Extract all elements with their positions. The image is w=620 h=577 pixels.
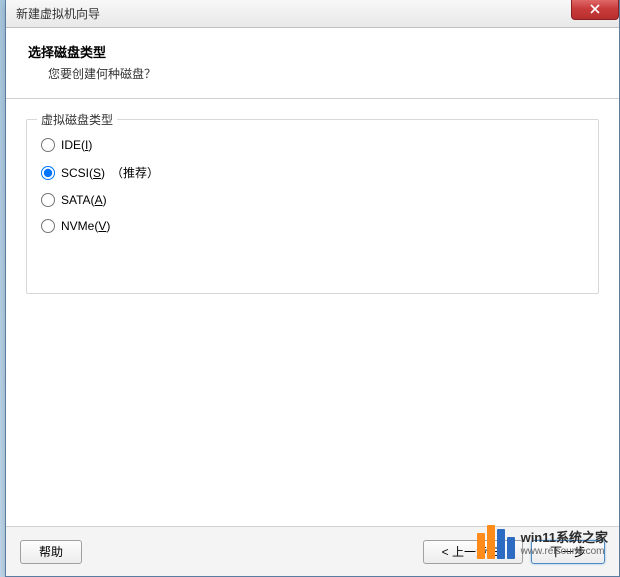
header-panel: 选择磁盘类型 您要创建何种磁盘？ — [6, 28, 619, 99]
radio-scsi[interactable]: SCSI(S) （推荐） — [41, 164, 584, 181]
radio-sata-label: SATA(A) — [61, 193, 107, 207]
close-button[interactable] — [571, 0, 619, 20]
footer-bar: 帮助 < 上一步(B) 下一步 — [6, 526, 619, 576]
header-subtitle: 您要创建何种磁盘？ — [48, 65, 597, 82]
radio-ide-input[interactable] — [41, 138, 55, 152]
titlebar: 新建虚拟机向导 — [6, 0, 619, 28]
wizard-window: 新建虚拟机向导 选择磁盘类型 您要创建何种磁盘？ 虚拟磁盘类型 IDE(I) S… — [5, 0, 620, 577]
disk-type-group: 虚拟磁盘类型 IDE(I) SCSI(S) （推荐） SATA(A) NVMe(… — [26, 119, 599, 294]
close-icon — [590, 4, 600, 14]
radio-nvme-label: NVMe(V) — [61, 219, 110, 233]
radio-sata[interactable]: SATA(A) — [41, 193, 584, 207]
radio-scsi-note: （推荐） — [111, 164, 159, 181]
radio-ide-label: IDE(I) — [61, 138, 92, 152]
content-area: 虚拟磁盘类型 IDE(I) SCSI(S) （推荐） SATA(A) NVMe(… — [6, 99, 619, 529]
next-button[interactable]: 下一步 — [531, 540, 605, 564]
radio-scsi-label: SCSI(S) — [61, 166, 105, 180]
radio-nvme-input[interactable] — [41, 219, 55, 233]
help-button[interactable]: 帮助 — [20, 540, 82, 564]
group-legend: 虚拟磁盘类型 — [37, 111, 117, 128]
header-title: 选择磁盘类型 — [28, 42, 597, 61]
radio-ide[interactable]: IDE(I) — [41, 138, 584, 152]
radio-sata-input[interactable] — [41, 193, 55, 207]
radio-nvme[interactable]: NVMe(V) — [41, 219, 584, 233]
radio-scsi-input[interactable] — [41, 166, 55, 180]
window-title: 新建虚拟机向导 — [16, 5, 100, 22]
back-button[interactable]: < 上一步(B) — [423, 540, 523, 564]
